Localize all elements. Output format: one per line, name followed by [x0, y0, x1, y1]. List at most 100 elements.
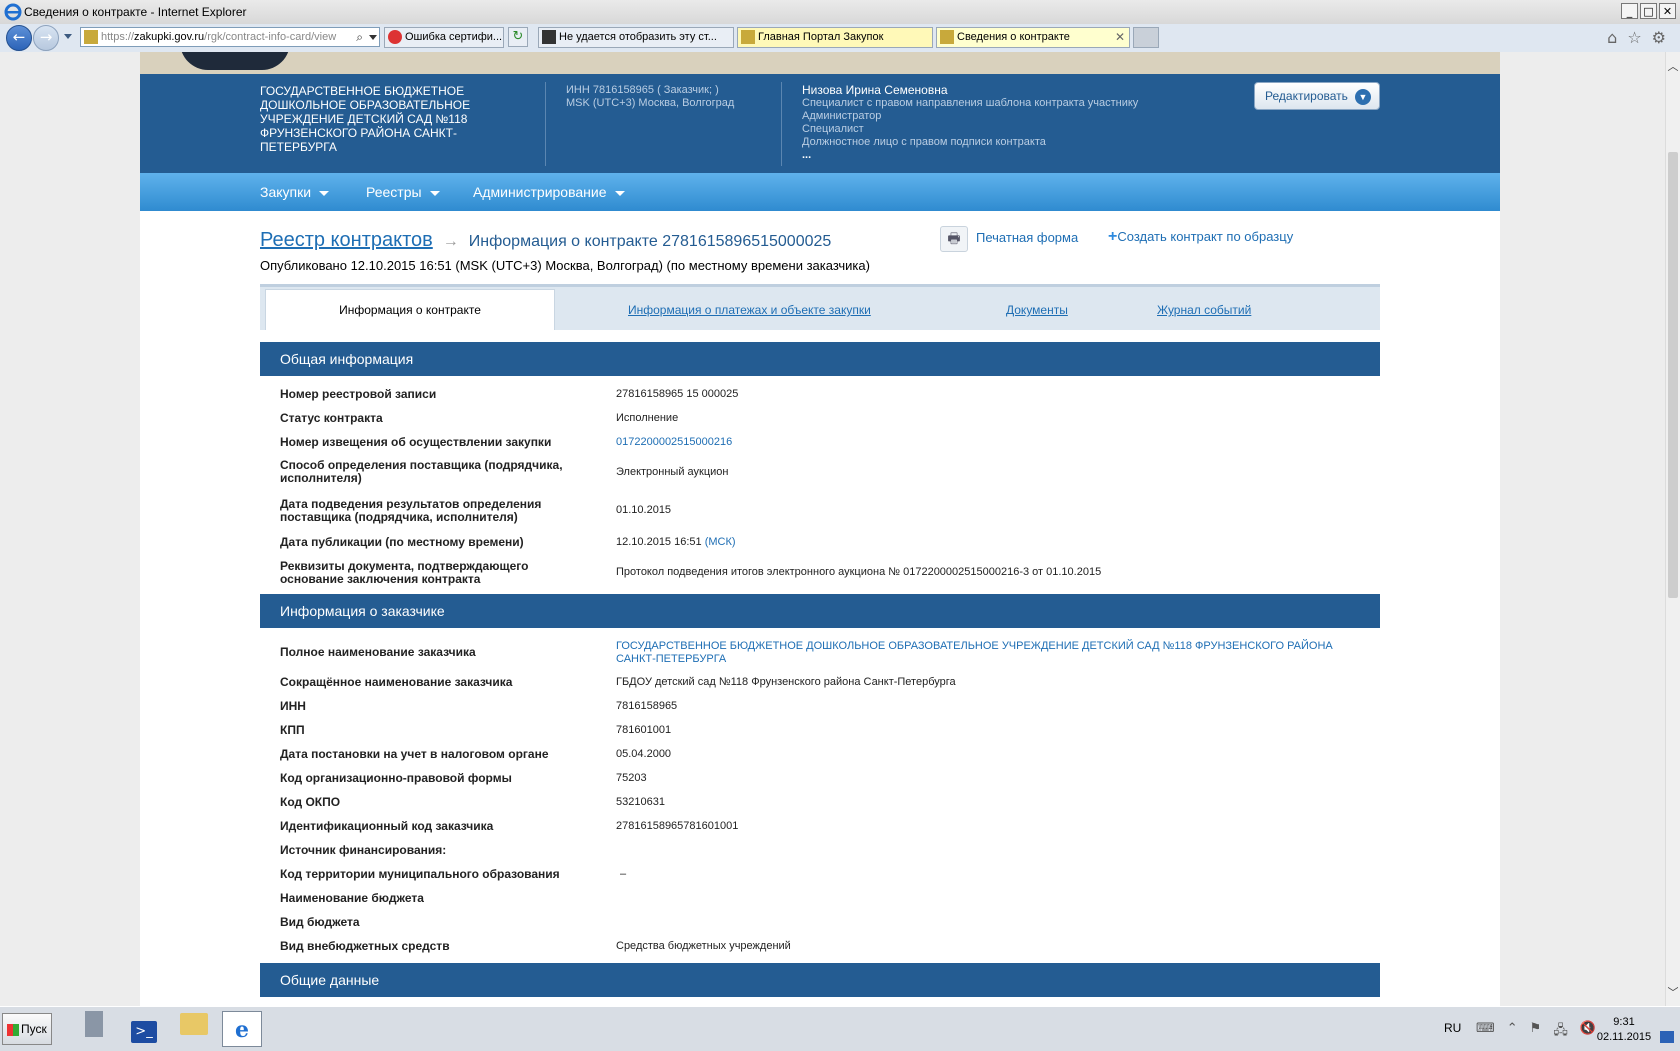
site-favicon-icon: [741, 30, 755, 44]
clock[interactable]: 9:31 02.11.2015: [1594, 1015, 1654, 1045]
row-value: Средства бюджетных учреждений: [616, 940, 791, 952]
row-label: Дата публикации (по местному времени): [280, 535, 524, 549]
row-label: Код ОКПО: [280, 795, 341, 809]
server-manager-button[interactable]: [74, 1011, 114, 1047]
menu-item-purchases[interactable]: Закупки: [260, 184, 330, 200]
org-header: Государственное бюджетное дошкольное обр…: [140, 74, 1500, 173]
divider: [545, 82, 546, 166]
tab-label: Главная Портал Закупок: [758, 31, 884, 43]
taskbar: Пуск >_ e RU ⌨ ⌃ ⚑ 🖧 🔇 9:31 02.11.2015: [0, 1006, 1680, 1051]
chevron-down-icon: ▼: [1355, 89, 1371, 105]
scroll-thumb[interactable]: [1668, 152, 1678, 598]
gear-icon[interactable]: ⚙: [1652, 28, 1666, 47]
flag-icon[interactable]: ⚑: [1530, 1021, 1542, 1043]
row-label: Дата постановки на учет в налоговом орга…: [280, 747, 549, 761]
close-tab-icon[interactable]: ✕: [1115, 28, 1125, 47]
url-path: /rgk/contract-info-card/view: [204, 31, 337, 43]
maximize-button[interactable]: □: [1640, 3, 1657, 19]
row-label: Вид внебюджетных средств: [280, 939, 450, 953]
favorites-star-icon[interactable]: ☆: [1627, 28, 1641, 47]
home-icon[interactable]: ⌂: [1607, 28, 1617, 47]
breadcrumb: Реестр контрактов → Информация о контракте…: [260, 229, 831, 252]
tab-certificate-error[interactable]: Ошибка сертифи...: [384, 27, 504, 48]
tab-event-log[interactable]: Журнал событий: [1157, 303, 1251, 317]
edit-button[interactable]: Редактировать ▼: [1254, 82, 1380, 110]
page-icon: [542, 30, 556, 44]
refresh-icon[interactable]: ↻: [508, 27, 528, 47]
keyboard-icon[interactable]: ⌨: [1476, 1021, 1495, 1043]
clock-date: 02.11.2015: [1596, 1031, 1652, 1043]
start-button[interactable]: Пуск: [2, 1013, 52, 1045]
row-label: Полное наименование заказчика: [280, 645, 476, 659]
breadcrumb-registry-link[interactable]: Реестр контрактов: [260, 229, 433, 251]
ie-icon: e: [235, 1017, 249, 1043]
url-scheme: https://: [101, 31, 135, 43]
row-value: –: [620, 868, 627, 880]
row-value: 7816158965: [616, 700, 678, 712]
plus-icon: +: [1108, 228, 1118, 245]
customer-name-link[interactable]: ГОСУДАРСТВЕННОЕ БЮДЖЕТНОЕ ДОШКОЛЬНОЕ ОБР…: [616, 640, 1336, 666]
tab-label: Ошибка сертифи...: [405, 31, 503, 43]
menu-label: Администрирование: [473, 184, 607, 200]
menu-label: Реестры: [366, 184, 422, 200]
folder-icon: [180, 1013, 208, 1035]
site-favicon-icon: [84, 30, 98, 44]
publish-date: 12.10.2015 16:51: [616, 536, 702, 548]
explorer-button[interactable]: [174, 1011, 214, 1047]
published-info: Опубликовано 12.10.2015 16:51 (MSK (UTC+…: [260, 258, 870, 273]
more-roles-link[interactable]: ...: [802, 149, 1138, 162]
address-bar[interactable]: https://zakupki.gov.ru/rgk/contract-info…: [80, 27, 380, 47]
language-indicator[interactable]: RU: [1444, 1021, 1461, 1035]
menu-item-registries[interactable]: Реестры: [366, 184, 440, 200]
back-button[interactable]: ←: [6, 25, 32, 51]
network-icon[interactable]: 🖧: [1553, 1021, 1568, 1043]
minimize-button[interactable]: _: [1621, 3, 1638, 19]
powershell-button[interactable]: >_: [124, 1011, 164, 1047]
printer-icon: 🖶: [940, 226, 968, 252]
browser-tools: ⌂ ☆ ⚙: [1607, 28, 1666, 47]
address-dropdown-icon[interactable]: [369, 35, 377, 40]
vertical-scrollbar[interactable]: ︿ ﹀: [1665, 52, 1680, 1006]
org-details: ИНН 7816158965 ( Заказчик; ) MSK (UTC+3)…: [566, 84, 734, 110]
history-dropdown-icon[interactable]: [64, 34, 72, 39]
windows-flag-icon: [7, 1023, 19, 1036]
notice-number-link[interactable]: 0172200002515000216: [616, 436, 1376, 449]
scroll-down-icon[interactable]: ﹀: [1666, 984, 1680, 1000]
show-desktop-button[interactable]: [1660, 1031, 1674, 1043]
tab-documents[interactable]: Документы: [1006, 303, 1068, 317]
row-value: 01.10.2015: [616, 504, 672, 516]
create-from-template-button[interactable]: +Создать контракт по образцу: [1108, 228, 1293, 246]
tab-label: Не удается отобразить эту ст...: [559, 31, 717, 43]
tab-contract-info[interactable]: Сведения о контракте ✕: [936, 27, 1130, 48]
menu-item-administration[interactable]: Администрирование: [473, 184, 625, 200]
row-label: Идентификационный код заказчика: [280, 819, 494, 833]
user-info: Низова Ирина Семеновна Специалист с прав…: [802, 84, 1138, 162]
window-title: Сведения о контракте - Internet Explorer: [24, 5, 247, 19]
inn-line: ИНН 7816158965 ( Заказчик; ): [566, 84, 719, 96]
row-label: Номер извещения об осуществлении закупки: [280, 435, 552, 449]
row-label: Наименование бюджета: [280, 891, 424, 905]
edit-label: Редактировать: [1265, 89, 1348, 103]
tab-portal-home[interactable]: Главная Портал Закупок: [737, 27, 933, 48]
search-icon[interactable]: ⌕: [356, 28, 363, 46]
site-favicon-icon: [940, 30, 954, 44]
forward-button[interactable]: →: [33, 25, 59, 51]
tab-contract-info[interactable]: Информация о контракте: [265, 289, 555, 330]
row-value: 278161589657816010​01: [616, 820, 739, 832]
tab-cannot-display[interactable]: Не удается отобразить эту ст...: [538, 27, 734, 48]
row-label: Сокращённое наименование заказчика: [280, 675, 513, 689]
row-value: 12.10.2015 16:51 (МСК): [616, 536, 1376, 549]
chevron-up-icon[interactable]: ⌃: [1507, 1021, 1518, 1043]
scroll-up-icon[interactable]: ︿: [1666, 58, 1680, 74]
timezone-link[interactable]: (МСК): [705, 536, 736, 548]
row-label: Код территории муниципального образовани…: [280, 867, 560, 881]
ie-taskbar-button[interactable]: e: [222, 1011, 262, 1047]
arrow-left-icon: ←: [12, 28, 26, 46]
page-container: Государственное бюджетное дошкольное обр…: [140, 52, 1500, 1006]
caret-down-icon: [429, 190, 440, 196]
new-tab-button[interactable]: [1133, 27, 1159, 48]
row-value: 75203: [616, 772, 647, 784]
close-window-button[interactable]: ✕: [1659, 3, 1676, 19]
timezone-line: MSK (UTC+3) Москва, Волгоград: [566, 97, 735, 109]
tab-payments[interactable]: Информация о платежах и объекте закупки: [628, 303, 871, 317]
